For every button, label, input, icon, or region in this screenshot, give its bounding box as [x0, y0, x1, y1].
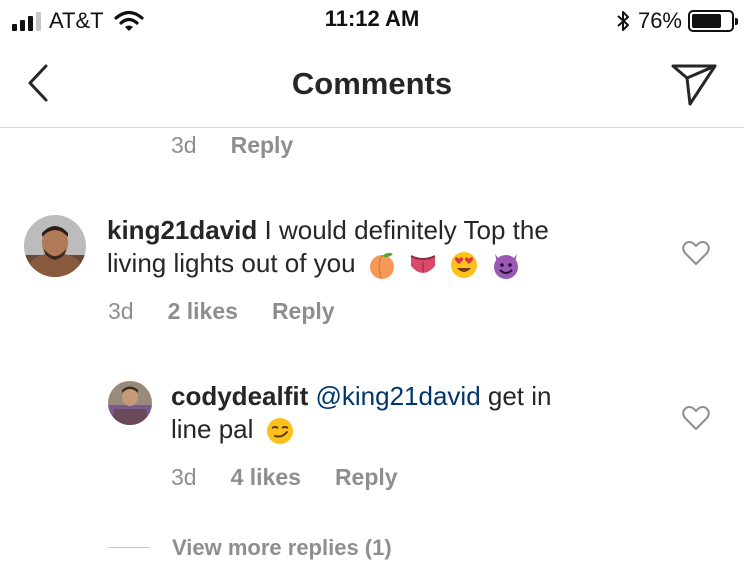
smirk-emoji-icon — [266, 418, 293, 445]
battery-percent: 76% — [637, 8, 682, 33]
reply-button[interactable]: Reply — [335, 464, 398, 491]
likes-count[interactable]: 2 likes — [168, 298, 238, 325]
reply-meta: 3d 4 likes Reply — [171, 464, 432, 491]
reply-button[interactable]: Reply — [272, 298, 335, 325]
view-more-replies-button[interactable]: View more replies (1) — [172, 535, 392, 561]
avatar[interactable] — [24, 215, 86, 277]
tongue-emoji-icon — [410, 255, 436, 274]
comment-text-line1: get in — [487, 381, 552, 411]
page-title: Comments — [291, 66, 453, 101]
smiling-devil-emoji-icon — [493, 254, 518, 280]
status-bar: AT&T 11:12 AM 76% — [0, 0, 744, 40]
battery-icon — [688, 10, 738, 32]
comment-meta: 3d 2 likes Reply — [108, 298, 369, 325]
previous-comment-meta: 3d Reply — [171, 132, 327, 159]
comment-text-line1: I would definitely Top the — [264, 215, 549, 245]
heart-eyes-emoji-icon — [451, 252, 478, 279]
navigation-bar: Comments — [0, 40, 744, 128]
comment-body: king21david I would definitely Top the l… — [107, 214, 667, 280]
direct-message-icon[interactable] — [670, 62, 718, 106]
view-more-divider — [108, 547, 150, 548]
reply-body: codydealfit @king21david get in line pal — [171, 380, 661, 446]
comment-username[interactable]: king21david — [107, 215, 257, 245]
comment-time: 3d — [171, 464, 197, 490]
avatar-photo — [24, 215, 86, 277]
peach-emoji-icon — [369, 253, 394, 280]
likes-count[interactable]: 4 likes — [231, 464, 301, 491]
comment-time: 3d — [108, 298, 134, 324]
like-heart-icon[interactable] — [682, 240, 710, 266]
comment-username[interactable]: codydealfit — [171, 381, 308, 411]
like-heart-icon[interactable] — [682, 405, 710, 431]
status-right: 76% — [616, 8, 738, 34]
avatar[interactable] — [108, 381, 152, 425]
comment-text-line2: line pal — [171, 414, 254, 444]
bluetooth-icon — [617, 11, 629, 31]
mention-link[interactable]: @king21david — [315, 381, 480, 411]
battery-level — [692, 14, 721, 28]
comment-time: 3d — [171, 132, 197, 158]
comment-text-line2: living lights out of you — [107, 248, 356, 278]
reply-button[interactable]: Reply — [231, 132, 294, 159]
avatar-photo — [108, 381, 152, 425]
